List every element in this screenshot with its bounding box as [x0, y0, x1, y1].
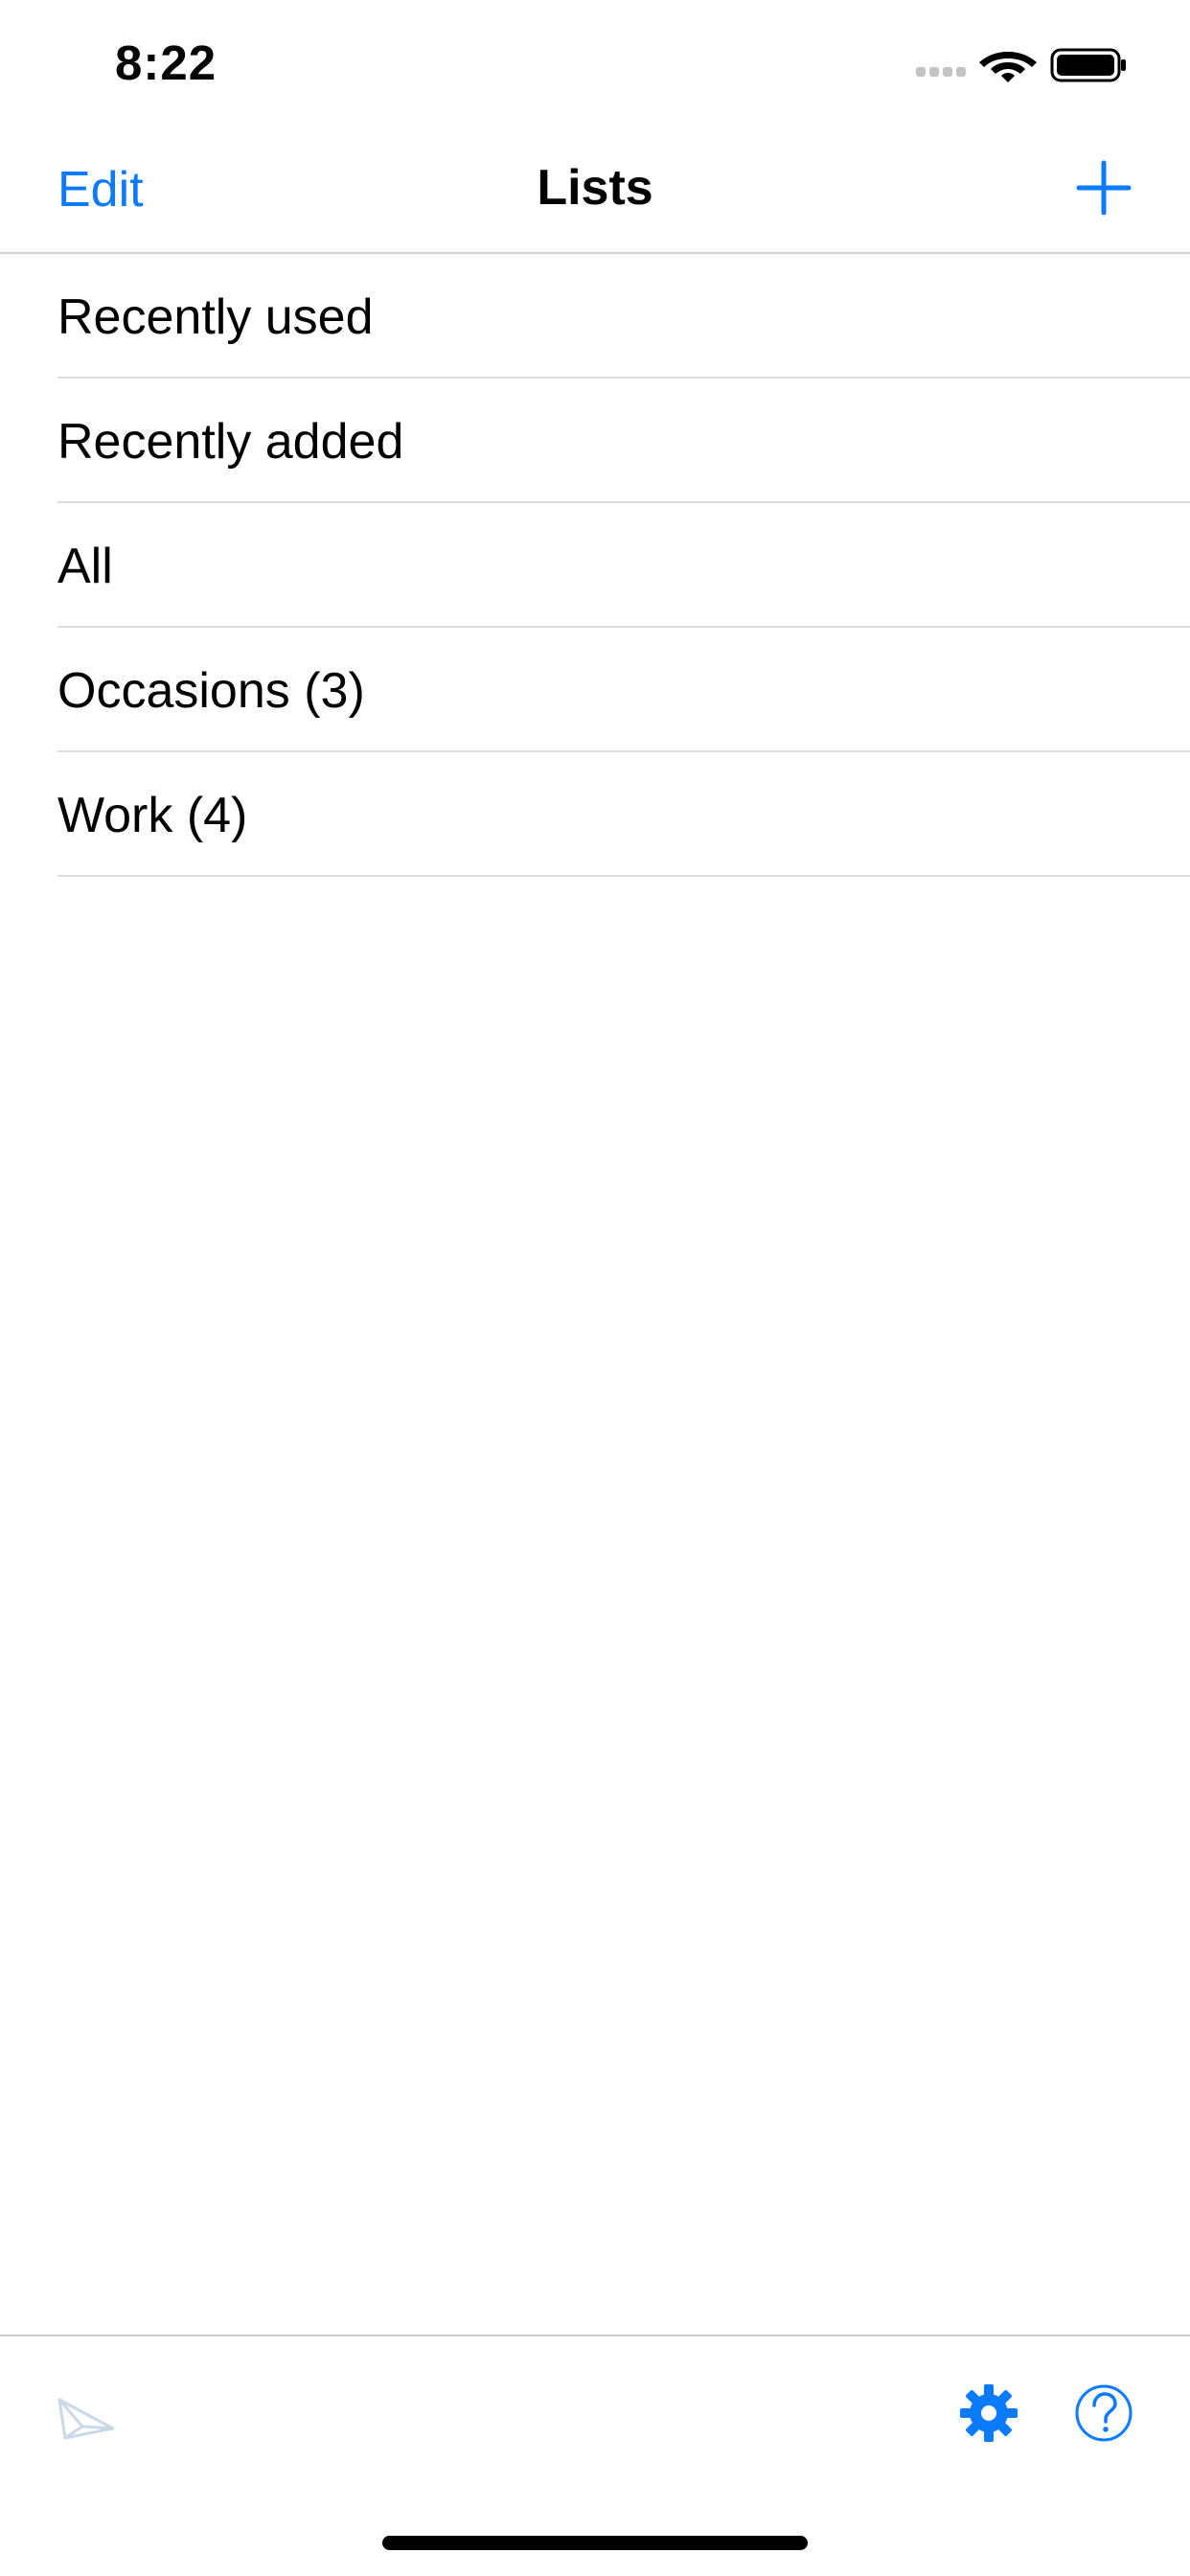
lists-table: Recently used Recently added All Occasio…: [0, 254, 1190, 877]
list-item-work[interactable]: Work (4): [57, 752, 1190, 877]
home-indicator[interactable]: [382, 2536, 808, 2550]
list-item-recently-added[interactable]: Recently added: [57, 379, 1190, 503]
gear-icon: [960, 2384, 1018, 2442]
list-item-label: Recently used: [57, 289, 374, 345]
status-time: 8:22: [115, 35, 217, 90]
settings-button[interactable]: [958, 2382, 1019, 2449]
list-item-occasions[interactable]: Occasions (3): [57, 628, 1190, 752]
list-item-all[interactable]: All: [57, 503, 1190, 628]
wifi-icon: [979, 52, 1037, 82]
share-button[interactable]: [56, 2390, 117, 2449]
list-item-label: Work (4): [57, 788, 248, 843]
plus-icon: [1076, 160, 1132, 216]
envelope-icon: [57, 2398, 115, 2440]
list-item-label: Recently added: [57, 414, 404, 470]
page-title: Lists: [537, 160, 653, 216]
add-button[interactable]: [1075, 159, 1133, 217]
cellular-signal-icon: [916, 67, 966, 77]
lists-screen: 8:22 Edit Lists Recently used Recently a…: [0, 0, 1190, 2576]
help-button[interactable]: [1073, 2382, 1134, 2449]
list-item-label: All: [57, 539, 113, 594]
toolbar-divider: [0, 2334, 1190, 2336]
question-icon: [1075, 2384, 1133, 2442]
list-item-label: Occasions (3): [57, 663, 365, 719]
battery-icon: [1050, 48, 1126, 82]
status-icons: [916, 44, 1127, 84]
list-item-recently-used[interactable]: Recently used: [57, 254, 1190, 379]
